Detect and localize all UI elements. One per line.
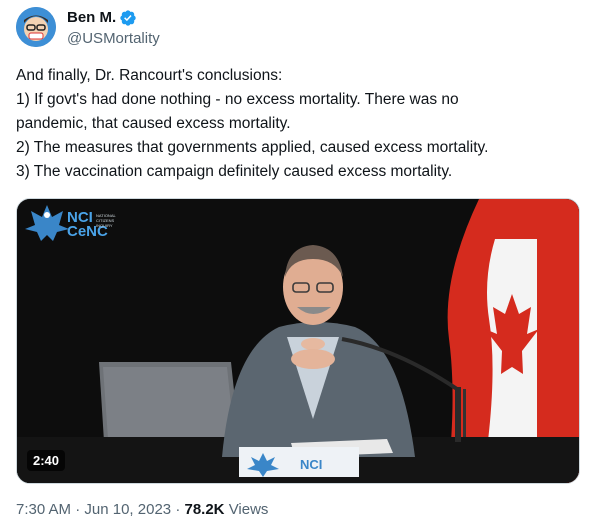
tweet-line: pandemic, that caused excess mortality. — [16, 115, 291, 132]
verified-badge-icon — [120, 10, 136, 26]
logo-subtitle: NATIONAL CITIZENS INQUIRY — [96, 213, 116, 228]
views-count: 78.2K — [184, 501, 225, 518]
avatar-cartoon-icon — [16, 7, 56, 47]
video-duration-badge: 2:40 — [27, 450, 66, 471]
tweet-line: 2) The measures that governments applied… — [16, 139, 489, 156]
tweet-header: Ben M. @USMortality — [16, 7, 582, 49]
tweet-line: 3) The vaccination campaign definitely c… — [16, 163, 453, 180]
tweet-date[interactable]: Jun 10, 2023 — [84, 501, 171, 518]
tweet-line: 1) If govt's had done nothing - no exces… — [16, 91, 459, 108]
placard-text: NCI — [300, 457, 323, 472]
tweet-time[interactable]: 7:30 AM — [16, 501, 71, 518]
tweet-line: And finally, Dr. Rancourt's conclusions: — [16, 67, 283, 84]
display-name-text[interactable]: Ben M. — [67, 9, 116, 27]
display-name[interactable]: Ben M. — [67, 9, 160, 27]
tweet-text: And finally, Dr. Rancourt's conclusions:… — [16, 64, 582, 184]
user-handle[interactable]: @USMortality — [67, 29, 160, 49]
avatar[interactable] — [16, 7, 56, 47]
tweet-meta: 7:30 AM · Jun 10, 2023 · 78.2K Views — [16, 500, 268, 520]
meta-separator: · — [75, 501, 81, 518]
video-player[interactable]: NCI CeNC NATIONAL CITIZENS INQUIRY NCI 2… — [16, 198, 580, 484]
meta-separator: · — [175, 501, 181, 518]
video-frame — [17, 199, 579, 483]
views-label: Views — [228, 501, 269, 518]
user-names: Ben M. @USMortality — [67, 9, 160, 49]
